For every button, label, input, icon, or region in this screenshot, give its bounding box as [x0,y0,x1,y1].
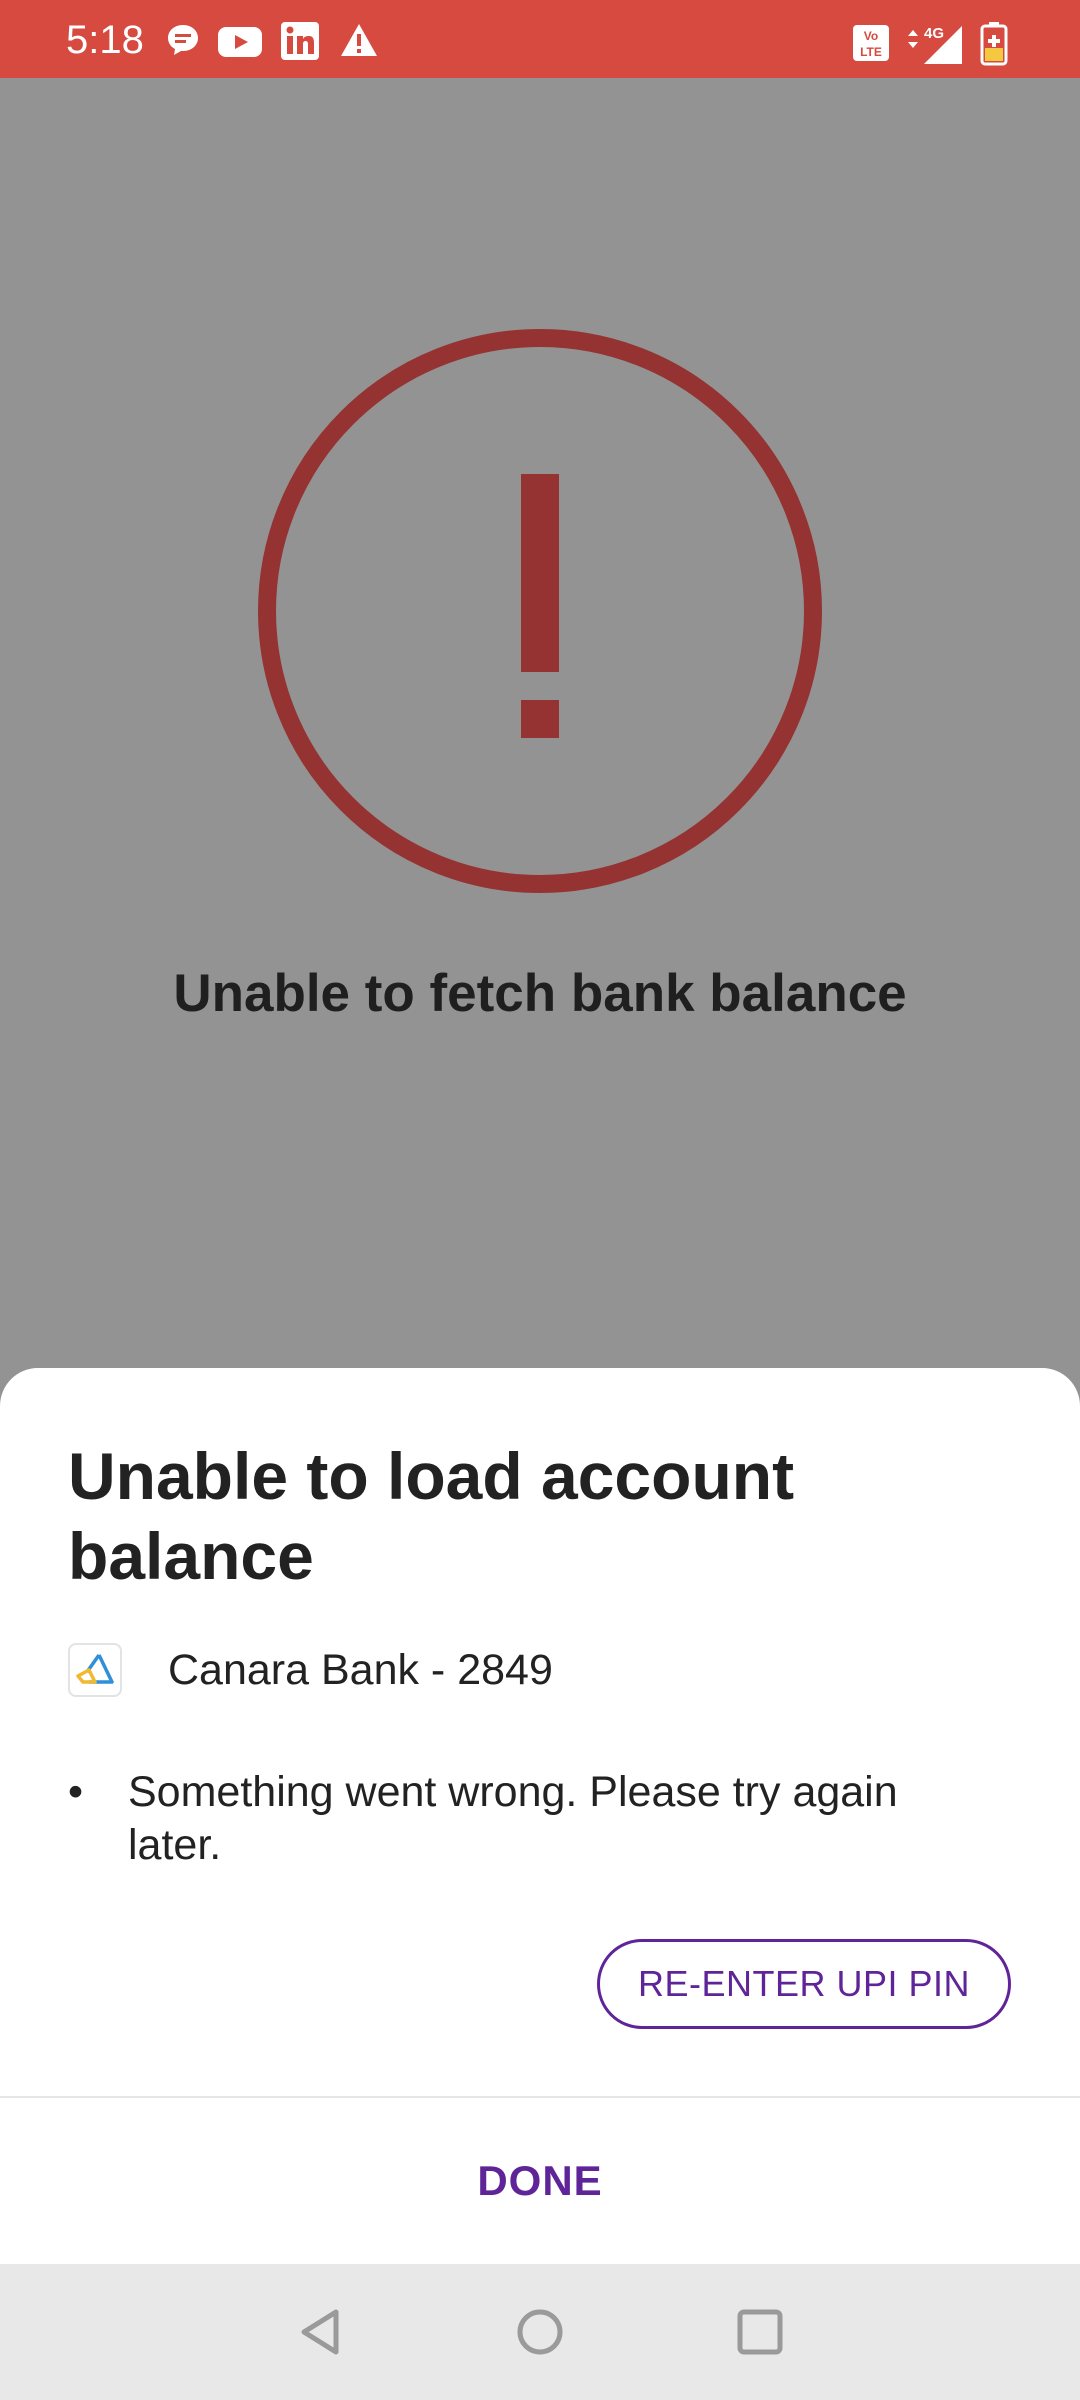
svg-text:LTE: LTE [860,45,882,59]
bullet-icon: • [68,1768,84,1816]
chat-bubble-icon [165,22,201,63]
background-title: Unable to fetch bank balance [173,964,907,1023]
status-time: 5:18 [66,18,144,62]
linkedin-icon [281,22,319,65]
volte-icon: Vo LTE [852,24,890,67]
back-icon[interactable] [294,2304,350,2360]
recents-icon[interactable] [732,2304,788,2360]
4g-signal-icon: 4G [904,22,964,71]
svg-text:4G: 4G [924,25,944,42]
sheet-title: Unable to load account balance [68,1439,795,1593]
bank-account-row: Canara Bank - 2849 [68,1642,553,1698]
status-bar: 5:18 Vo LTE 4G [0,0,1080,78]
svg-text:Vo: Vo [864,29,878,43]
canara-bank-logo [68,1643,122,1697]
battery-charging-icon [980,22,1008,71]
error-message-text: Something went wrong. Please try again l… [128,1768,898,1869]
youtube-icon [218,27,262,62]
exclamation-circle-icon [258,329,822,893]
error-message: • Something went wrong. Please try again… [68,1766,968,1872]
home-icon[interactable] [512,2304,568,2360]
bank-name: Canara Bank - 2849 [168,1645,553,1694]
reenter-upi-pin-button[interactable]: RE-ENTER UPI PIN [597,1939,1011,2029]
bottom-sheet: Unable to load account balance Canara Ba… [0,1368,1080,2264]
screen: 5:18 Vo LTE 4G Unable to fetch bank bala… [0,0,1080,2400]
warning-icon [339,22,379,63]
done-button[interactable]: DONE [0,2098,1080,2264]
navigation-bar [0,2264,1080,2400]
